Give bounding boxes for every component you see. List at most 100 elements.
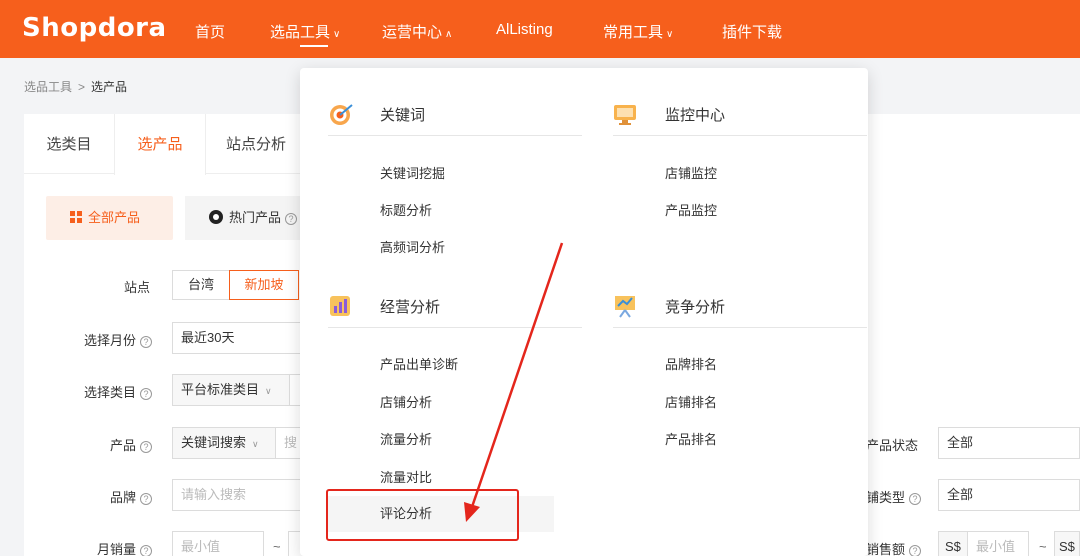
sales-amount-min-input[interactable]: 最小值 bbox=[967, 531, 1029, 556]
tab-site-analysis[interactable]: 站点分析 bbox=[206, 114, 306, 174]
nav-allisting[interactable]: AlListing bbox=[496, 21, 553, 38]
product-search-mode-select[interactable]: 关键词搜索 ∨ bbox=[172, 427, 276, 459]
help-icon[interactable]: ? bbox=[140, 388, 153, 400]
top-navigation-bar: Shopdora 首页 选品工具 ∨ 运营中心 ∧ AlListing 常用工具 ∨ … bbox=[0, 0, 1080, 58]
product-status-select[interactable]: 全部 bbox=[938, 427, 1080, 459]
product-status-label: 产品状态 bbox=[866, 438, 919, 453]
sales-amount-label: 销售额? bbox=[866, 539, 922, 556]
site-label: 站点 bbox=[124, 280, 151, 295]
business-analysis-section-title: 经营分析 bbox=[380, 299, 441, 316]
nav-operations-label: 运营中心 bbox=[382, 24, 443, 41]
category-type-value: 平台标准类目 bbox=[181, 382, 260, 397]
competition-analysis-section-title: 竞争分析 bbox=[665, 299, 726, 316]
nav-allisting-label: AlListing bbox=[496, 21, 553, 38]
help-icon[interactable]: ? bbox=[140, 493, 153, 505]
product-label-text: 产品 bbox=[110, 438, 137, 453]
shopdora-logo[interactable]: Shopdora bbox=[22, 13, 167, 43]
chevron-down-icon: ∨ bbox=[333, 29, 341, 40]
monthly-sales-min-input[interactable]: 最小值 bbox=[172, 531, 264, 556]
help-icon[interactable]: ? bbox=[285, 213, 298, 225]
menu-item-title-analysis[interactable]: 标题分析 bbox=[326, 193, 554, 229]
monthly-sales-label: 月销量? bbox=[97, 539, 153, 556]
keyword-section-title: 关键词 bbox=[380, 107, 426, 124]
nav-product-selection-label: 选品工具 bbox=[270, 24, 331, 41]
site-option-taiwan[interactable]: 台湾 bbox=[172, 270, 230, 300]
grid-icon bbox=[70, 211, 82, 223]
menu-item-frequent-word-analysis[interactable]: 高频词分析 bbox=[326, 230, 554, 266]
menu-item-product-ranking[interactable]: 产品排名 bbox=[611, 422, 839, 458]
menu-item-traffic-analysis[interactable]: 流量分析 bbox=[326, 422, 554, 458]
breadcrumb-separator: > bbox=[78, 80, 86, 94]
nav-home[interactable]: 首页 bbox=[195, 21, 225, 42]
nav-common-tools[interactable]: 常用工具 ∨ bbox=[603, 21, 673, 42]
nav-product-selection-tools[interactable]: 选品工具 ∨ bbox=[270, 21, 341, 47]
brand-label: 品牌? bbox=[110, 487, 153, 506]
sales-amount-label-text: 销售额 bbox=[866, 542, 906, 556]
help-icon[interactable]: ? bbox=[140, 545, 153, 556]
brand-label-text: 品牌 bbox=[110, 490, 137, 505]
range-separator: ~ bbox=[273, 539, 281, 554]
monitor-section-title: 监控中心 bbox=[665, 107, 726, 124]
monthly-sales-label-text: 月销量 bbox=[97, 542, 137, 556]
menu-item-product-order-diagnosis[interactable]: 产品出单诊断 bbox=[326, 347, 554, 383]
brand-search-input[interactable]: 请输入搜索 bbox=[172, 479, 309, 511]
site-option-singapore[interactable]: 新加坡 bbox=[229, 270, 299, 300]
chevron-down-icon: ∨ bbox=[666, 29, 674, 40]
help-icon[interactable]: ? bbox=[140, 441, 153, 453]
product-label: 产品? bbox=[110, 435, 153, 454]
operations-center-dropdown: 关键词 关键词挖掘 标题分析 高频词分析 监控中心 店铺监控 产品监控 经营分析… bbox=[300, 68, 868, 556]
business-analysis-section-header: 经营分析 bbox=[328, 282, 582, 326]
product-search-mode-value: 关键词搜索 bbox=[181, 435, 247, 450]
nav-common-tools-label: 常用工具 bbox=[603, 24, 664, 41]
all-products-button[interactable]: 全部产品 bbox=[46, 196, 173, 240]
menu-item-brand-ranking[interactable]: 品牌排名 bbox=[611, 347, 839, 383]
divider bbox=[328, 135, 582, 136]
menu-item-keyword-mining[interactable]: 关键词挖掘 bbox=[326, 156, 554, 192]
competition-analysis-section-header: 竞争分析 bbox=[613, 282, 867, 326]
category-label: 选择类目? bbox=[84, 382, 153, 401]
monitor-section-header: 监控中心 bbox=[613, 90, 867, 134]
chevron-down-icon: ∨ bbox=[252, 439, 259, 449]
nav-plugin-download-label: 插件下载 bbox=[722, 24, 783, 41]
shop-type-select[interactable]: 全部 bbox=[938, 479, 1080, 511]
help-icon[interactable]: ? bbox=[140, 336, 153, 348]
chevron-up-icon: ∧ bbox=[445, 29, 453, 40]
category-label-text: 选择类目 bbox=[84, 385, 137, 400]
menu-item-shop-monitor[interactable]: 店铺监控 bbox=[611, 156, 839, 192]
month-select[interactable]: 最近30天 bbox=[172, 322, 302, 354]
category-type-select[interactable]: 平台标准类目 ∨ bbox=[172, 374, 290, 406]
month-label-text: 选择月份 bbox=[84, 333, 137, 348]
tab-select-product[interactable]: 选产品 bbox=[114, 114, 206, 175]
all-products-label: 全部产品 bbox=[88, 210, 141, 225]
keyword-section-header: 关键词 bbox=[328, 90, 582, 134]
shop-type-label: 铺类型? bbox=[866, 487, 922, 506]
shop-type-label-text: 铺类型 bbox=[866, 490, 906, 505]
chevron-down-icon: ∨ bbox=[265, 386, 272, 396]
currency-prefix: S$ bbox=[938, 531, 968, 556]
monitor-icon bbox=[614, 105, 636, 125]
help-icon[interactable]: ? bbox=[909, 545, 922, 556]
menu-item-product-monitor[interactable]: 产品监控 bbox=[611, 193, 839, 229]
breadcrumb-parent[interactable]: 选品工具 bbox=[24, 80, 72, 94]
menu-item-shop-analysis[interactable]: 店铺分析 bbox=[326, 385, 554, 421]
presentation-icon bbox=[615, 296, 635, 318]
month-label: 选择月份? bbox=[84, 330, 153, 349]
menu-item-shop-ranking[interactable]: 店铺排名 bbox=[611, 385, 839, 421]
tab-bar: 选类目 选产品 站点分析 bbox=[24, 114, 324, 175]
bar-chart-icon bbox=[330, 296, 350, 316]
nav-plugin-download[interactable]: 插件下载 bbox=[722, 21, 782, 42]
tab-select-category[interactable]: 选类目 bbox=[24, 114, 114, 174]
divider bbox=[613, 327, 867, 328]
divider bbox=[613, 135, 867, 136]
annotation-highlight-box bbox=[326, 489, 519, 541]
nav-operations-center[interactable]: 运营中心 ∧ bbox=[382, 21, 452, 42]
hot-products-label: 热门产品 bbox=[229, 210, 282, 225]
medal-icon bbox=[209, 210, 223, 224]
breadcrumb-current: 选产品 bbox=[91, 80, 128, 94]
help-icon[interactable]: ? bbox=[909, 493, 922, 505]
breadcrumb: 选品工具 > 选产品 bbox=[24, 78, 127, 95]
range-separator: ~ bbox=[1039, 539, 1047, 554]
target-icon bbox=[330, 104, 353, 125]
nav-home-label: 首页 bbox=[195, 24, 226, 41]
divider bbox=[328, 327, 582, 328]
